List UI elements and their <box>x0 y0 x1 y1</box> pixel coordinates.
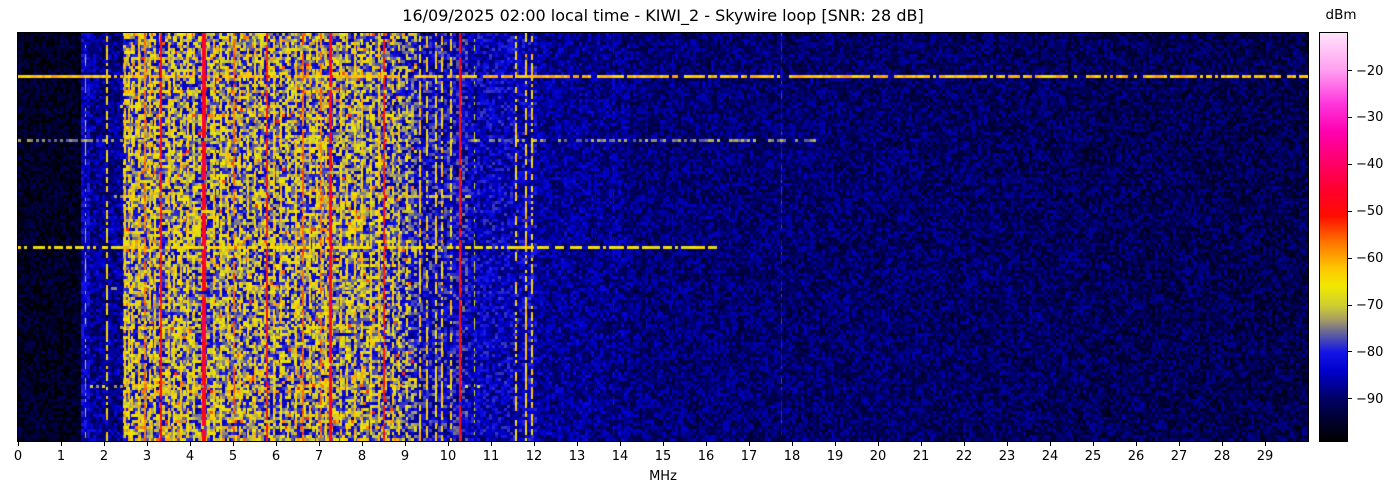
x-tick-label: 13 <box>568 449 586 464</box>
x-tick-mark <box>920 442 922 446</box>
spectrogram-canvas <box>18 33 1308 441</box>
colorbar-tick-label: −30 <box>1356 110 1384 126</box>
x-tick-label: 23 <box>998 449 1016 464</box>
x-tick-mark <box>189 442 191 446</box>
x-tick-mark <box>361 442 363 446</box>
x-tick-mark <box>447 442 449 446</box>
x-tick-label: 9 <box>400 449 410 464</box>
x-tick-label: 25 <box>1084 449 1102 464</box>
x-tick-label: 29 <box>1256 449 1274 464</box>
x-tick-label: 12 <box>525 449 543 464</box>
x-tick-mark <box>232 442 234 446</box>
x-tick-mark <box>791 442 793 446</box>
x-tick-mark <box>17 442 19 446</box>
colorbar-tick-mark <box>1348 163 1352 165</box>
colorbar-tick-mark <box>1348 304 1352 306</box>
x-tick-mark <box>533 442 535 446</box>
colorbar-tick-mark <box>1348 398 1352 400</box>
x-tick-mark <box>748 442 750 446</box>
colorbar-tick-mark <box>1348 257 1352 259</box>
x-tick-label: 27 <box>1170 449 1188 464</box>
x-tick-label: 26 <box>1127 449 1145 464</box>
x-tick-mark <box>576 442 578 446</box>
colorbar-tick-label: −40 <box>1356 157 1384 173</box>
x-tick-mark <box>619 442 621 446</box>
x-tick-label: 22 <box>955 449 973 464</box>
x-tick-mark <box>662 442 664 446</box>
x-tick-label: 28 <box>1213 449 1231 464</box>
x-tick-label: 24 <box>1041 449 1059 464</box>
x-tick-label: 6 <box>271 449 281 464</box>
colorbar-gradient <box>1320 33 1347 441</box>
colorbar-tick-mark <box>1348 210 1352 212</box>
x-tick-mark <box>490 442 492 446</box>
x-tick-label: 18 <box>783 449 801 464</box>
x-tick-label: 2 <box>99 449 109 464</box>
colorbar-tick-label: −90 <box>1356 391 1384 407</box>
x-tick-mark <box>1264 442 1266 446</box>
spectrogram-figure: 16/09/2025 02:00 local time - KIWI_2 - S… <box>0 0 1400 500</box>
x-tick-label: 10 <box>439 449 457 464</box>
colorbar <box>1319 32 1348 442</box>
x-tick-label: 1 <box>56 449 66 464</box>
x-tick-label: 3 <box>142 449 152 464</box>
colorbar-tick-mark <box>1348 70 1352 72</box>
x-tick-mark <box>1092 442 1094 446</box>
x-tick-mark <box>146 442 148 446</box>
colorbar-tick-mark <box>1348 116 1352 118</box>
x-tick-mark <box>1221 442 1223 446</box>
x-tick-label: 17 <box>740 449 758 464</box>
x-tick-mark <box>1178 442 1180 446</box>
colorbar-tick-mark <box>1348 351 1352 353</box>
spectrogram-plot-area <box>17 32 1309 442</box>
x-tick-mark <box>318 442 320 446</box>
x-tick-mark <box>275 442 277 446</box>
x-tick-mark <box>834 442 836 446</box>
colorbar-tick-label: −20 <box>1356 63 1384 79</box>
x-tick-label: 4 <box>185 449 195 464</box>
x-tick-label: 5 <box>228 449 238 464</box>
x-tick-mark <box>1049 442 1051 446</box>
x-tick-label: 11 <box>482 449 500 464</box>
x-tick-mark <box>877 442 879 446</box>
chart-title: 16/09/2025 02:00 local time - KIWI_2 - S… <box>402 6 924 25</box>
x-tick-label: 14 <box>611 449 629 464</box>
x-tick-label: 0 <box>13 449 23 464</box>
colorbar-tick-label: −50 <box>1356 204 1384 220</box>
colorbar-tick-label: −80 <box>1356 344 1384 360</box>
x-tick-mark <box>963 442 965 446</box>
x-tick-mark <box>404 442 406 446</box>
x-tick-label: 21 <box>912 449 930 464</box>
x-tick-mark <box>1135 442 1137 446</box>
x-tick-mark <box>1006 442 1008 446</box>
x-tick-label: 19 <box>826 449 844 464</box>
x-tick-label: 20 <box>869 449 887 464</box>
x-tick-label: 8 <box>357 449 367 464</box>
colorbar-tick-label: −60 <box>1356 251 1384 267</box>
x-tick-mark <box>103 442 105 446</box>
x-tick-mark <box>60 442 62 446</box>
colorbar-unit-label: dBm <box>1325 7 1357 23</box>
x-axis-label: MHz <box>649 469 677 484</box>
colorbar-tick-label: −70 <box>1356 298 1384 313</box>
x-tick-label: 16 <box>697 449 715 464</box>
x-tick-mark <box>705 442 707 446</box>
x-tick-label: 7 <box>314 449 324 464</box>
x-tick-label: 15 <box>654 449 672 464</box>
